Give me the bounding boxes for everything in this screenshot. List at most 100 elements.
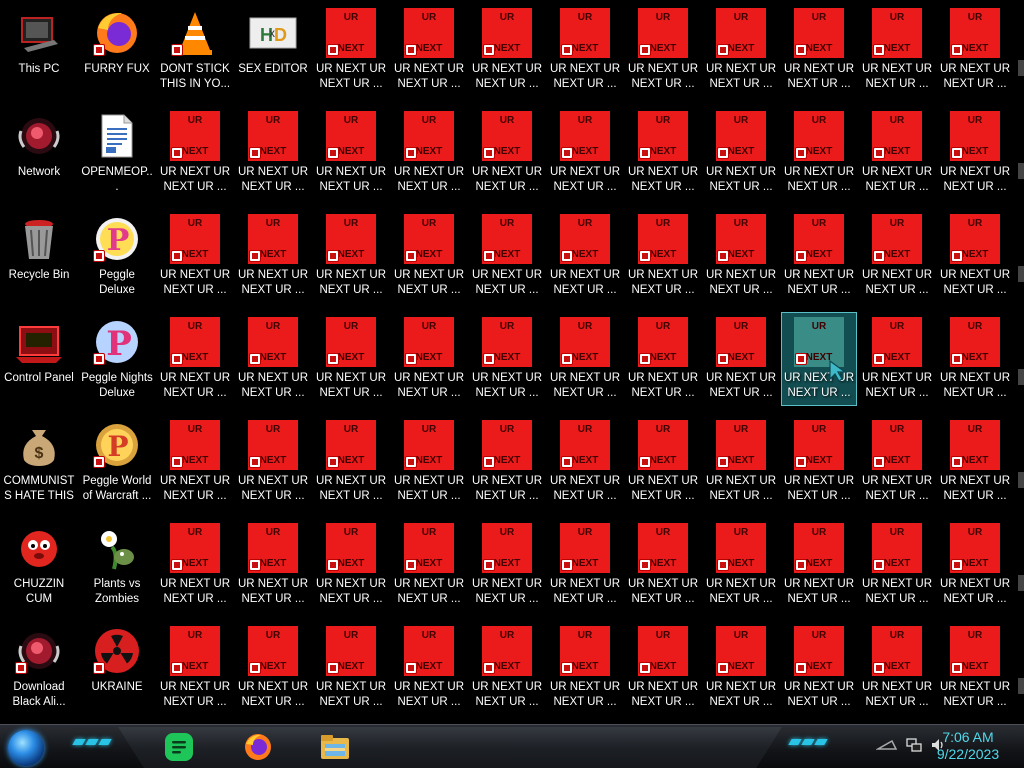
desktop-icon[interactable]: UR NEXT UR NEXT UR NEXT UR ... xyxy=(235,106,311,200)
desktop-icon[interactable]: UR NEXT UR NEXT UR NEXT UR ... xyxy=(313,621,389,715)
desktop-icon[interactable]: UR NEXT UR NEXT UR NEXT UR ... xyxy=(703,3,779,97)
desktop-icon[interactable]: UR NEXT UR NEXT UR NEXT UR ... xyxy=(157,312,233,406)
desktop-icon[interactable]: UR NEXT UR NEXT UR NEXT UR ... xyxy=(157,621,233,715)
desktop-icon[interactable]: UR NEXT UR NEXT UR NEXT UR ... xyxy=(235,415,311,509)
desktop-icon[interactable]: Network xyxy=(1,106,77,200)
desktop-icon[interactable]: Control Panel xyxy=(1,312,77,406)
desktop-icon[interactable]: UR NEXT UR NEXT UR NEXT UR ... xyxy=(469,3,545,97)
file-explorer-taskbar-button[interactable] xyxy=(318,731,352,763)
desktop-icon[interactable]: UR NEXT UR NEXT UR NEXT UR ... xyxy=(235,209,311,303)
desktop-icon[interactable]: UR NEXT UR NEXT UR NEXT UR ... xyxy=(703,209,779,303)
firefox-taskbar-button[interactable] xyxy=(241,731,275,763)
start-button[interactable] xyxy=(8,730,44,766)
desktop-icon[interactable]: UR NEXT UR NEXT UR NEXT UR ... xyxy=(859,106,935,200)
spotify-taskbar-button[interactable] xyxy=(162,731,196,763)
desktop-icon[interactable]: UR NEXT UR NEXT UR NEXT UR ... xyxy=(391,209,467,303)
desktop-icon[interactable]: UR NEXT UR NEXT UR NEXT UR ... xyxy=(391,312,467,406)
desktop-icon[interactable]: UR NEXT UR NEXT UR NEXT UR ... xyxy=(391,518,467,612)
desktop-icon[interactable]: UR NEXT UR NEXT UR NEXT UR ... xyxy=(469,312,545,406)
desktop-icon[interactable]: FURRY FUX xyxy=(79,3,155,97)
desktop-icon[interactable]: UR NEXT UR NEXT UR NEXT UR ... xyxy=(703,106,779,200)
partial-desktop-icon[interactable] xyxy=(1018,312,1024,406)
desktop-icon[interactable]: UR NEXT UR NEXT UR NEXT UR ... xyxy=(859,621,935,715)
partial-desktop-icon[interactable] xyxy=(1018,209,1024,303)
desktop-icon[interactable]: UR NEXT UR NEXT UR NEXT UR ... xyxy=(547,518,623,612)
desktop-icon[interactable]: UR NEXT UR NEXT UR NEXT UR ... xyxy=(313,3,389,97)
desktop-icon[interactable]: UR NEXT UR NEXT UR NEXT UR ... xyxy=(157,415,233,509)
desktop-icon[interactable]: UR NEXT UR NEXT UR NEXT UR ... xyxy=(235,621,311,715)
desktop-icon[interactable]: P Peggle World of Warcraft ... xyxy=(79,415,155,509)
desktop-icon[interactable]: UR NEXT UR NEXT UR NEXT UR ... xyxy=(469,415,545,509)
desktop-icon[interactable]: OPENMEOP... xyxy=(79,106,155,200)
partial-desktop-icon[interactable] xyxy=(1018,106,1024,200)
desktop-icon[interactable]: UR NEXT UR NEXT UR NEXT UR ... xyxy=(235,518,311,612)
desktop-icon[interactable]: UR NEXT UR NEXT UR NEXT UR ... xyxy=(547,312,623,406)
desktop-icon[interactable]: UR NEXT UR NEXT UR NEXT UR ... xyxy=(781,518,857,612)
desktop-icon[interactable]: UR NEXT UR NEXT UR NEXT UR ... xyxy=(469,518,545,612)
desktop-icon[interactable]: UR NEXT UR NEXT UR NEXT UR ... xyxy=(937,209,1013,303)
desktop-icon[interactable]: UR NEXT UR NEXT UR NEXT UR ... xyxy=(547,209,623,303)
desktop-icon[interactable]: This PC xyxy=(1,3,77,97)
desktop-icon[interactable]: UR NEXT UR NEXT UR NEXT UR ... xyxy=(547,3,623,97)
desktop-icon[interactable]: UR NEXT UR NEXT UR NEXT UR ... xyxy=(625,106,701,200)
desktop-icon[interactable]: Plants vs Zombies xyxy=(79,518,155,612)
desktop-icon[interactable]: H Dx SEX EDITOR xyxy=(235,3,311,97)
desktop-icon[interactable]: UR NEXT UR NEXT UR NEXT UR ... xyxy=(625,621,701,715)
desktop-icon[interactable]: UR NEXT UR NEXT UR NEXT UR ... xyxy=(859,209,935,303)
desktop-icon[interactable]: UR NEXT UR NEXT UR NEXT UR ... xyxy=(625,312,701,406)
desktop-icon[interactable]: UR NEXT UR NEXT UR NEXT UR ... xyxy=(157,106,233,200)
desktop-icon[interactable]: UR NEXT UR NEXT UR NEXT UR ... xyxy=(313,209,389,303)
desktop-icon[interactable]: UR NEXT UR NEXT UR NEXT UR ... xyxy=(859,312,935,406)
desktop-icon[interactable]: UR NEXT UR NEXT UR NEXT UR ... xyxy=(703,312,779,406)
partial-desktop-icon[interactable] xyxy=(1018,518,1024,612)
desktop-icon[interactable]: UR NEXT UR NEXT UR NEXT UR ... xyxy=(781,621,857,715)
desktop-icon[interactable]: UR NEXT UR NEXT UR NEXT UR ... xyxy=(859,415,935,509)
desktop-icon[interactable]: UR NEXT UR NEXT UR NEXT UR ... xyxy=(547,415,623,509)
partial-desktop-icon[interactable] xyxy=(1018,621,1024,715)
desktop-icon[interactable]: $ COMMUNISTS HATE THIS G... xyxy=(1,415,77,509)
desktop-icon[interactable]: UR NEXT UR NEXT UR NEXT UR ... xyxy=(235,312,311,406)
desktop-icon[interactable]: UR NEXT UR NEXT UR NEXT UR ... xyxy=(781,312,857,406)
desktop-icon[interactable]: DONT STICK THIS IN YO... xyxy=(157,3,233,97)
desktop-icon[interactable]: UR NEXT UR NEXT UR NEXT UR ... xyxy=(391,415,467,509)
desktop-icon[interactable]: UR NEXT UR NEXT UR NEXT UR ... xyxy=(781,3,857,97)
partial-desktop-icon[interactable] xyxy=(1018,415,1024,509)
desktop-icon[interactable]: UR NEXT UR NEXT UR NEXT UR ... xyxy=(391,621,467,715)
desktop-icon[interactable]: UR NEXT UR NEXT UR NEXT UR ... xyxy=(547,621,623,715)
desktop-icon[interactable]: UR NEXT UR NEXT UR NEXT UR ... xyxy=(625,209,701,303)
desktop-icon[interactable]: UR NEXT UR NEXT UR NEXT UR ... xyxy=(859,518,935,612)
desktop-icon[interactable]: UR NEXT UR NEXT UR NEXT UR ... xyxy=(703,621,779,715)
desktop-icon[interactable]: UR NEXT UR NEXT UR NEXT UR ... xyxy=(625,3,701,97)
desktop-icon[interactable]: UR NEXT UR NEXT UR NEXT UR ... xyxy=(469,621,545,715)
desktop-icon[interactable]: UR NEXT UR NEXT UR NEXT UR ... xyxy=(703,415,779,509)
partial-desktop-icon[interactable] xyxy=(1018,3,1024,97)
desktop-icon[interactable]: UR NEXT UR NEXT UR NEXT UR ... xyxy=(937,3,1013,97)
desktop-icon[interactable]: UR NEXT UR NEXT UR NEXT UR ... xyxy=(313,518,389,612)
desktop-icon[interactable]: UR NEXT UR NEXT UR NEXT UR ... xyxy=(937,415,1013,509)
desktop-icon[interactable]: UR NEXT UR NEXT UR NEXT UR ... xyxy=(469,106,545,200)
desktop-icon[interactable]: UR NEXT UR NEXT UR NEXT UR ... xyxy=(157,209,233,303)
desktop-icon[interactable]: UR NEXT UR NEXT UR NEXT UR ... xyxy=(313,106,389,200)
desktop-icon[interactable]: P Peggle Deluxe xyxy=(79,209,155,303)
desktop-icon[interactable]: UR NEXT UR NEXT UR NEXT UR ... xyxy=(703,518,779,612)
desktop-icon[interactable]: P Peggle Nights Deluxe xyxy=(79,312,155,406)
desktop-icon[interactable]: UR NEXT UR NEXT UR NEXT UR ... xyxy=(937,518,1013,612)
desktop-icon[interactable]: UR NEXT UR NEXT UR NEXT UR ... xyxy=(313,415,389,509)
desktop-icon[interactable]: UR NEXT UR NEXT UR NEXT UR ... xyxy=(937,621,1013,715)
desktop-icon[interactable]: UR NEXT UR NEXT UR NEXT UR ... xyxy=(859,3,935,97)
desktop-icon[interactable]: Recycle Bin xyxy=(1,209,77,303)
desktop-icon[interactable]: UR NEXT UR NEXT UR NEXT UR ... xyxy=(313,312,389,406)
desktop-icon[interactable]: Download Black Ali... xyxy=(1,621,77,715)
clock[interactable]: 7:06 AM 9/22/2023 xyxy=(918,729,1018,763)
desktop-icon[interactable]: UKRAINE xyxy=(79,621,155,715)
desktop-icon[interactable]: UR NEXT UR NEXT UR NEXT UR ... xyxy=(391,3,467,97)
desktop-icon[interactable]: UR NEXT UR NEXT UR NEXT UR ... xyxy=(391,106,467,200)
desktop-icon[interactable]: UR NEXT UR NEXT UR NEXT UR ... xyxy=(469,209,545,303)
desktop-icon[interactable]: UR NEXT UR NEXT UR NEXT UR ... xyxy=(625,518,701,612)
desktop-icon[interactable]: CHUZZIN CUM xyxy=(1,518,77,612)
show-hidden-icons-chevron[interactable] xyxy=(876,738,898,752)
desktop-icon[interactable]: UR NEXT UR NEXT UR NEXT UR ... xyxy=(781,209,857,303)
desktop-icon[interactable]: UR NEXT UR NEXT UR NEXT UR ... xyxy=(625,415,701,509)
desktop-icon[interactable]: UR NEXT UR NEXT UR NEXT UR ... xyxy=(781,415,857,509)
desktop-icon[interactable]: UR NEXT UR NEXT UR NEXT UR ... xyxy=(157,518,233,612)
